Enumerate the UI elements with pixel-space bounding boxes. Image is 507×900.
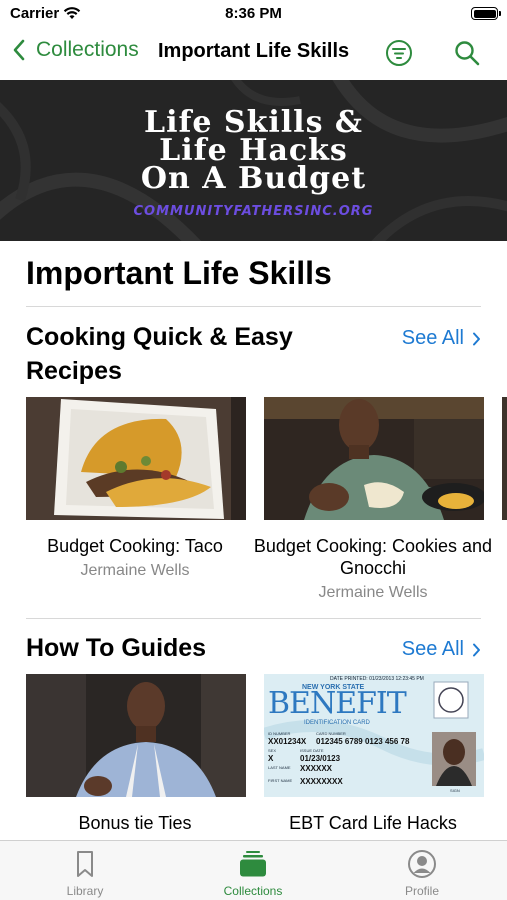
item-title-taco[interactable]: Budget Cooking: Taco bbox=[15, 535, 255, 557]
tab-bar: Library Collections Profile bbox=[0, 840, 507, 900]
profile-icon bbox=[408, 850, 436, 878]
chevron-left-icon bbox=[13, 39, 25, 61]
card-subtitle: IDENTIFICATION CARD bbox=[304, 720, 370, 726]
item-title-cookies-gnocchi[interactable]: Budget Cooking: Cookies and Gnocchi bbox=[253, 535, 493, 579]
section-title-cooking: Cooking Quick & Easy Recipes bbox=[26, 323, 293, 385]
card-card-label: CARD NUMBER bbox=[316, 731, 346, 736]
card-id-label: ID NUMBER bbox=[268, 731, 291, 736]
card-sign-label: SIGN bbox=[450, 788, 460, 793]
status-time: 8:36 PM bbox=[225, 5, 282, 22]
video-thumbnail-ebt-card[interactable]: DATE PRINTED: 01/23/2013 12:23:45 PM NEW… bbox=[264, 674, 484, 797]
card-issue-label: ISSUE DATE bbox=[300, 748, 324, 753]
card-date-printed: DATE PRINTED: 01/23/2013 12:23:45 PM bbox=[330, 676, 424, 682]
tab-label-collections: Collections bbox=[223, 884, 283, 898]
item-author-taco: Jermaine Wells bbox=[80, 562, 190, 579]
tab-profile[interactable]: Profile bbox=[362, 841, 482, 900]
video-thumbnail-cookies-gnocchi[interactable] bbox=[264, 397, 484, 520]
chevron-right-icon bbox=[473, 643, 480, 656]
item-title-ebt-card[interactable]: EBT Card Life Hacks bbox=[253, 812, 493, 834]
see-all-label: See All bbox=[401, 327, 464, 349]
see-all-label: See All bbox=[401, 638, 464, 660]
collection-banner: Life Skills & Life Hacks On A Budget COM… bbox=[0, 80, 507, 241]
card-sex: X bbox=[268, 754, 274, 763]
banner-title-line-3: On A Budget bbox=[140, 161, 367, 196]
video-thumbnail-tie-ties[interactable] bbox=[26, 674, 246, 797]
search-icon[interactable] bbox=[453, 39, 481, 67]
banner-url: COMMUNITYFATHERSINC.ORG bbox=[133, 204, 374, 219]
tab-library[interactable]: Library bbox=[25, 841, 145, 900]
page-title: Important Life Skills bbox=[26, 255, 332, 291]
collections-icon bbox=[240, 851, 266, 877]
see-all-how-to-guides-button[interactable]: See All bbox=[402, 638, 481, 661]
tab-label-profile: Profile bbox=[404, 884, 439, 898]
filter-icon[interactable] bbox=[385, 39, 413, 67]
card-card-number: 012345 6789 0123 456 78 bbox=[316, 737, 410, 746]
bookmark-icon bbox=[77, 851, 93, 877]
section-title-how-to-guides: How To Guides bbox=[26, 634, 207, 662]
card-last-label: LAST NAME bbox=[268, 765, 291, 770]
card-id-number: XX01234X bbox=[268, 737, 307, 746]
card-last-name: XXXXXX bbox=[300, 764, 333, 773]
card-issue-date: 01/23/0123 bbox=[300, 754, 341, 763]
tab-collections[interactable]: Collections bbox=[193, 841, 313, 900]
see-all-cooking-button[interactable]: See All bbox=[402, 327, 481, 350]
back-label: Collections bbox=[36, 38, 139, 61]
divider bbox=[26, 618, 481, 619]
back-button[interactable]: Collections bbox=[12, 38, 139, 62]
navigation-bar: Collections Important Life Skills bbox=[0, 28, 507, 80]
card-brand: BENEFIT bbox=[268, 686, 407, 721]
divider bbox=[26, 306, 481, 307]
item-title-tie-ties[interactable]: Bonus tie Ties bbox=[15, 812, 255, 834]
video-thumbnail-taco[interactable] bbox=[26, 397, 246, 520]
card-first-label: FIRST NAME bbox=[268, 778, 293, 783]
status-bar: Carrier 8:36 PM bbox=[0, 0, 507, 28]
card-first-name: XXXXXXXX bbox=[300, 777, 343, 786]
next-item-peek bbox=[502, 397, 507, 520]
card-sex-label: SEX bbox=[268, 748, 277, 753]
battery-icon bbox=[471, 7, 501, 20]
chevron-right-icon bbox=[473, 332, 480, 345]
nav-title: Important Life Skills bbox=[158, 40, 350, 62]
tab-label-library: Library bbox=[66, 884, 104, 898]
item-author-cookies-gnocchi: Jermaine Wells bbox=[318, 584, 428, 601]
